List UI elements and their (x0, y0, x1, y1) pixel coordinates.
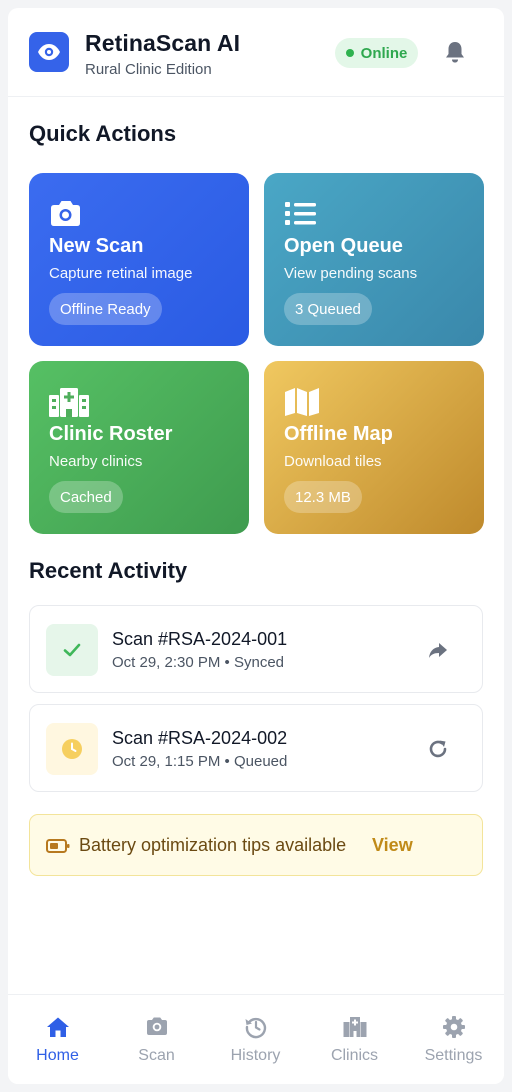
list-icon (284, 199, 318, 229)
nav-item-settings[interactable]: Settings (404, 995, 503, 1084)
camera-icon (49, 199, 83, 229)
check-icon (46, 624, 98, 676)
card-badge: Cached (49, 481, 123, 513)
card-subtitle: View pending scans (284, 265, 418, 282)
activity-title: Scan #RSA-2024-002 (112, 728, 288, 748)
eye-icon (29, 32, 69, 72)
app-title: RetinaScan AI (85, 30, 241, 56)
retry-icon[interactable] (426, 737, 450, 761)
nav-label: Clinics (330, 1047, 379, 1064)
nav-label: History (230, 1047, 281, 1064)
activity-item[interactable]: Scan #RSA-2024-001 Oct 29, 2:30 PM • Syn… (29, 605, 483, 693)
card-title: New Scan (49, 235, 144, 257)
hospital-icon (49, 387, 89, 417)
gear-icon (443, 1016, 465, 1038)
tip-text: Battery optimization tips available (79, 835, 347, 855)
clinic-roster-card[interactable]: Clinic Roster Nearby clinics Cached (29, 361, 249, 534)
camera-icon (147, 1017, 167, 1035)
activity-item[interactable]: Scan #RSA-2024-002 Oct 29, 1:15 PM • Que… (29, 704, 483, 792)
activity-title: Scan #RSA-2024-001 (112, 629, 288, 649)
open-queue-card[interactable]: Open Queue View pending scans 3 Queued (264, 173, 484, 346)
nav-item-home[interactable]: Home (8, 995, 107, 1084)
home-icon (47, 1017, 69, 1037)
nav-label: Home (36, 1047, 79, 1064)
battery-icon (46, 838, 70, 854)
card-subtitle: Download tiles (284, 453, 382, 470)
activity-meta: Oct 29, 2:30 PM • Synced (112, 654, 285, 671)
new-scan-card[interactable]: New Scan Capture retinal image Offline R… (29, 173, 249, 346)
card-title: Offline Map (284, 423, 393, 445)
recent-activity-title: Recent Activity (29, 558, 188, 583)
nav-label: Scan (138, 1047, 175, 1064)
nav-item-clinics[interactable]: Clinics (305, 995, 404, 1084)
history-icon (245, 1017, 267, 1039)
share-icon[interactable] (426, 638, 450, 662)
card-subtitle: Nearby clinics (49, 453, 143, 470)
app-header: RetinaScan AI Rural Clinic Edition Onlin… (8, 8, 504, 97)
nav-item-scan[interactable]: Scan (107, 995, 206, 1084)
view-tips-link[interactable]: View (372, 835, 413, 856)
card-badge: Offline Ready (49, 293, 162, 325)
activity-meta: Oct 29, 1:15 PM • Queued (112, 753, 288, 770)
status-dot (345, 49, 354, 57)
nav-item-history[interactable]: History (206, 995, 305, 1084)
clinic-icon (343, 1017, 367, 1037)
card-subtitle: Capture retinal image (49, 265, 193, 282)
app-subtitle: Rural Clinic Edition (85, 61, 212, 78)
card-badge: 3 Queued (284, 293, 372, 325)
bell-icon[interactable] (444, 40, 466, 64)
card-badge: 12.3 MB (284, 481, 362, 513)
nav-label: Settings (424, 1047, 483, 1064)
offline-map-card[interactable]: Offline Map Download tiles 12.3 MB (264, 361, 484, 534)
quick-actions-title: Quick Actions (29, 121, 177, 146)
battery-tip-banner: Battery optimization tips available View (29, 814, 483, 876)
bottom-nav: Home Scan History Clinics Settings (8, 994, 504, 1084)
clock-icon (46, 723, 98, 775)
online-status-badge: Online (335, 38, 418, 68)
card-title: Open Queue (284, 235, 403, 257)
app-screen: RetinaScan AI Rural Clinic Edition Onlin… (8, 8, 504, 1084)
status-label: Online (360, 44, 408, 62)
map-icon (284, 387, 319, 417)
card-title: Clinic Roster (49, 423, 173, 445)
